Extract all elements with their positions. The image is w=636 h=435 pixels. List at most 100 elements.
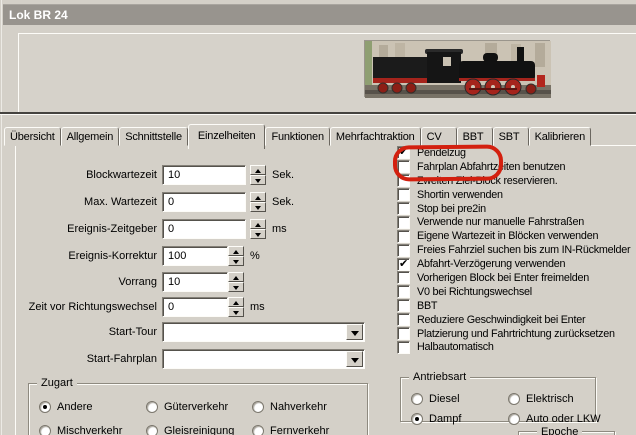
window-title-bar[interactable]: Lok BR 24 xyxy=(3,4,636,25)
checkbox-label[interactable]: Platzierung und Fahrtrichtung zurücksetz… xyxy=(417,328,615,340)
radio-button[interactable] xyxy=(146,401,158,413)
spinner-down-button[interactable] xyxy=(228,307,244,317)
radio-label[interactable]: Mischverkehr xyxy=(57,425,122,435)
vorrang-input[interactable]: 10 xyxy=(162,272,228,292)
radio-option-gleisreinigung[interactable]: Gleisreinigung xyxy=(146,425,252,435)
start-fahrplan-combobox[interactable] xyxy=(162,349,365,369)
tab-uebersicht[interactable]: Übersicht xyxy=(4,127,61,146)
radio-button[interactable] xyxy=(146,425,158,435)
checkbox[interactable] xyxy=(397,313,410,326)
tab-mehrfachtraktion[interactable]: Mehrfachtraktion xyxy=(330,127,421,146)
zeit-vor-richtungswechsel-input[interactable]: 0 xyxy=(162,297,228,317)
checkbox-label[interactable]: Fahrplan Abfahrtzeiten benutzen xyxy=(417,161,565,173)
tab-einzelheiten[interactable]: Einzelheiten xyxy=(188,124,266,149)
checkbox-label[interactable]: V0 bei Richtungswechsel xyxy=(417,286,532,298)
checkbox-row[interactable]: Vorherigen Block bei Enter freimelden xyxy=(397,271,630,285)
checkbox-label[interactable]: Verwende nur manuelle Fahrstraßen xyxy=(417,216,584,228)
checkbox-label[interactable]: Halbautomatisch xyxy=(417,341,494,353)
radio-button[interactable] xyxy=(508,393,520,405)
checkbox-row[interactable]: Freies Fahrziel suchen bis zum IN-Rückme… xyxy=(397,243,630,257)
checkbox[interactable] xyxy=(397,230,410,243)
radio-label[interactable]: Andere xyxy=(57,401,92,413)
spinner-up-button[interactable] xyxy=(250,219,266,229)
spinner-down-button[interactable] xyxy=(250,229,266,239)
checkbox[interactable] xyxy=(397,285,410,298)
radio-button[interactable] xyxy=(39,401,51,413)
checkbox[interactable] xyxy=(397,146,410,159)
radio-label[interactable]: Diesel xyxy=(429,393,460,405)
checkbox[interactable] xyxy=(397,271,410,284)
spinner-up-button[interactable] xyxy=(250,165,266,175)
checkbox-label[interactable]: BBT xyxy=(417,300,437,312)
radio-label[interactable]: Fernverkehr xyxy=(270,425,329,435)
checkbox-row[interactable]: Zweiten Ziel-Block reservieren. xyxy=(397,174,630,188)
radio-option-fernverkehr[interactable]: Fernverkehr xyxy=(252,425,329,435)
radio-label[interactable]: Auto oder LKW xyxy=(526,413,601,425)
start-tour-combobox[interactable] xyxy=(162,322,365,342)
max-wartezeit-input[interactable]: 0 xyxy=(162,192,246,212)
checkbox-label[interactable]: Freies Fahrziel suchen bis zum IN-Rückme… xyxy=(417,244,630,256)
radio-button[interactable] xyxy=(411,393,423,405)
radio-option-dampf[interactable]: Dampf xyxy=(411,413,508,425)
radio-option-andere[interactable]: Andere xyxy=(39,401,146,413)
checkbox[interactable] xyxy=(397,202,410,215)
radio-label[interactable]: Gleisreinigung xyxy=(164,425,234,435)
checkbox-row-pendelzug[interactable]: Pendelzug xyxy=(397,146,630,160)
checkbox[interactable] xyxy=(397,244,410,257)
radio-button[interactable] xyxy=(508,413,520,425)
tab-bbt[interactable]: BBT xyxy=(457,127,493,146)
radio-option-diesel[interactable]: Diesel xyxy=(411,393,508,405)
checkbox-label[interactable]: Reduziere Geschwindigkeit bei Enter xyxy=(417,314,585,326)
spinner-down-button[interactable] xyxy=(228,256,244,266)
checkbox-row[interactable]: Reduziere Geschwindigkeit bei Enter xyxy=(397,313,630,327)
radio-label[interactable]: Dampf xyxy=(429,413,461,425)
radio-button[interactable] xyxy=(411,413,423,425)
radio-label[interactable]: Elektrisch xyxy=(526,393,574,405)
radio-button[interactable] xyxy=(252,401,264,413)
radio-option-mischverkehr[interactable]: Mischverkehr xyxy=(39,425,146,435)
checkbox[interactable] xyxy=(397,160,410,173)
checkbox-row[interactable]: V0 bei Richtungswechsel xyxy=(397,285,630,299)
tab-schnittstelle[interactable]: Schnittstelle xyxy=(119,127,188,146)
checkbox-label[interactable]: Vorherigen Block bei Enter freimelden xyxy=(417,272,589,284)
radio-button[interactable] xyxy=(39,425,51,435)
checkbox[interactable] xyxy=(397,258,410,271)
checkbox-row[interactable]: BBT xyxy=(397,299,630,313)
radio-option-auto-oder-lkw[interactable]: Auto oder LKW xyxy=(508,413,601,425)
spinner-down-button[interactable] xyxy=(250,175,266,185)
spinner-up-button[interactable] xyxy=(228,246,244,256)
checkbox-row[interactable]: Verwende nur manuelle Fahrstraßen xyxy=(397,215,630,229)
radio-option-nahverkehr[interactable]: Nahverkehr xyxy=(252,401,329,413)
spinner-up-button[interactable] xyxy=(228,272,244,282)
checkbox-label[interactable]: Shortin verwenden xyxy=(417,189,503,201)
checkbox-label[interactable]: Pendelzug xyxy=(417,147,466,159)
checkbox-row[interactable]: Abfahrt-Verzögerung verwenden xyxy=(397,257,630,271)
spinner-down-button[interactable] xyxy=(228,282,244,292)
checkbox-label[interactable]: Abfahrt-Verzögerung verwenden xyxy=(417,258,565,270)
radio-option-gueterverkehr[interactable]: Güterverkehr xyxy=(146,401,252,413)
radio-option-elektrisch[interactable]: Elektrisch xyxy=(508,393,601,405)
checkbox[interactable] xyxy=(397,174,410,187)
checkbox[interactable] xyxy=(397,327,410,340)
ereignis-korrektur-input[interactable]: 100 xyxy=(162,246,228,266)
checkbox-row[interactable]: Fahrplan Abfahrtzeiten benutzen xyxy=(397,160,630,174)
checkbox-label[interactable]: Zweiten Ziel-Block reservieren. xyxy=(417,175,557,187)
dropdown-arrow-button[interactable] xyxy=(346,324,363,340)
dropdown-arrow-button[interactable] xyxy=(346,351,363,367)
checkbox-row[interactable]: Halbautomatisch xyxy=(397,340,630,354)
blockwartezeit-input[interactable]: 10 xyxy=(162,165,246,185)
tab-kalibrieren[interactable]: Kalibrieren xyxy=(529,127,591,146)
tab-cv[interactable]: CV xyxy=(421,127,457,146)
checkbox-row[interactable]: Stop bei pre2in xyxy=(397,202,630,216)
ereignis-zeitgeber-input[interactable]: 0 xyxy=(162,219,246,239)
checkbox[interactable] xyxy=(397,341,410,354)
spinner-down-button[interactable] xyxy=(250,202,266,212)
tab-allgemein[interactable]: Allgemein xyxy=(61,127,120,146)
checkbox-row[interactable]: Eigene Wartezeit in Blöcken verwenden xyxy=(397,229,630,243)
tab-funktionen[interactable]: Funktionen xyxy=(265,127,329,146)
checkbox-row[interactable]: Platzierung und Fahrtrichtung zurücksetz… xyxy=(397,327,630,341)
spinner-up-button[interactable] xyxy=(228,297,244,307)
checkbox-label[interactable]: Eigene Wartezeit in Blöcken verwenden xyxy=(417,230,598,242)
tab-sbt[interactable]: SBT xyxy=(493,127,529,146)
radio-button[interactable] xyxy=(252,425,264,435)
